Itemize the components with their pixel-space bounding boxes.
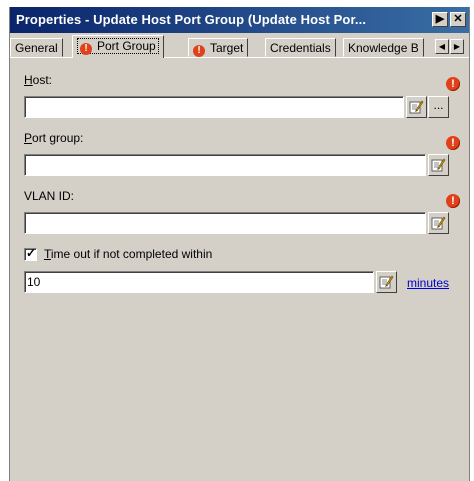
vlan-id-input[interactable]	[27, 214, 421, 231]
host-browse-button[interactable]: ...	[428, 96, 449, 118]
edit-icon	[379, 275, 394, 289]
tab-label: General	[15, 41, 58, 55]
timeout-edit-button[interactable]	[376, 271, 397, 293]
check-mark-icon: ✓	[26, 246, 37, 260]
tab-focus: ! Port Group	[77, 38, 159, 55]
port-group-error-icon: !	[446, 136, 460, 150]
vlan-id-label: VLAN ID:	[24, 189, 75, 203]
host-error-icon: !	[446, 77, 460, 91]
tab-strip: General ! Port Group ! Target Credentials …	[10, 35, 469, 58]
tab-credentials[interactable]: Credentials	[265, 38, 336, 57]
port-group-label: Port group:	[24, 131, 84, 145]
tab-label: Credentials	[270, 41, 331, 55]
tab-label: Target	[210, 41, 244, 55]
port-group-field[interactable]	[24, 154, 426, 176]
tab-target[interactable]: ! Target	[188, 38, 249, 57]
tab-port-group[interactable]: ! Port Group	[72, 35, 164, 58]
timeout-label: Time out if not completed within	[44, 247, 213, 261]
vlan-id-edit-button[interactable]	[428, 212, 449, 234]
edit-icon	[431, 158, 446, 172]
error-icon: !	[80, 43, 92, 55]
pin-button[interactable]: ▶	[432, 12, 448, 27]
tab-knowledge-base[interactable]: Knowledge B	[343, 38, 424, 57]
timeout-field[interactable]	[24, 271, 374, 293]
timeout-checkbox[interactable]: ✓	[24, 246, 37, 261]
window-title: Properties - Update Host Port Group (Upd…	[16, 12, 367, 27]
port-group-edit-button[interactable]	[428, 154, 449, 176]
edit-icon	[409, 100, 424, 114]
edit-icon	[431, 216, 446, 230]
tab-label: Knowledge B	[348, 41, 419, 55]
close-button[interactable]: ✕	[450, 12, 466, 27]
tab-scroll-left-button[interactable]: ◀	[435, 39, 449, 54]
error-icon: !	[193, 45, 205, 57]
vlan-id-field[interactable]	[24, 212, 426, 234]
timeout-input[interactable]	[27, 273, 369, 290]
host-input[interactable]	[27, 98, 399, 115]
tab-general[interactable]: General	[10, 38, 63, 57]
host-edit-button[interactable]	[406, 96, 427, 118]
vlan-id-error-icon: !	[446, 194, 460, 208]
properties-window: Properties - Update Host Port Group (Upd…	[9, 7, 470, 481]
tab-label: Port Group	[97, 39, 156, 53]
host-field[interactable]	[24, 96, 404, 118]
tab-scroll-right-button[interactable]: ▶	[450, 39, 464, 54]
port-group-input[interactable]	[27, 156, 421, 173]
minutes-link[interactable]: minutes	[407, 276, 449, 290]
title-bar[interactable]: Properties - Update Host Port Group (Upd…	[10, 7, 469, 33]
host-label: Host:	[24, 73, 53, 87]
